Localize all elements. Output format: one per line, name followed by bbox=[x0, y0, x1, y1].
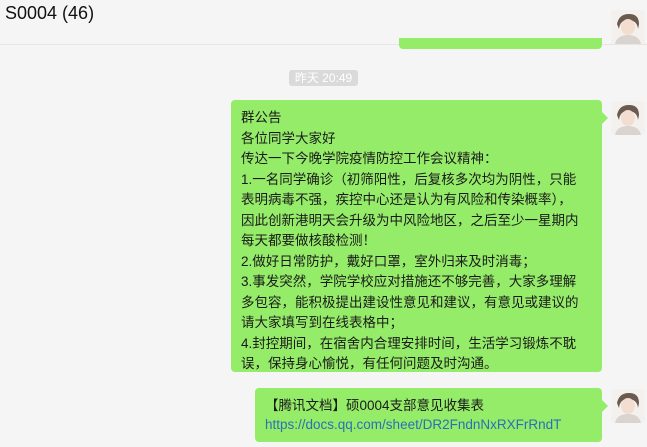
user-avatar-icon bbox=[611, 10, 645, 44]
avatar[interactable] bbox=[611, 101, 645, 135]
announcement-line: 请大家填写到在线表格中； bbox=[241, 315, 403, 330]
announcement-line: 1.一名同学确诊（初筛阳性，后复核多次均为阴性，只能 bbox=[241, 171, 577, 187]
announcement-line: 误，保持身心愉悦，有任何问题及时沟通。 bbox=[241, 356, 498, 371]
doc-share-title: 【腾讯文档】硕0004支部意见收集表 bbox=[265, 398, 485, 413]
announcement-line: 3.事发突然，学院学校应对措施还不够完善，大家多理解 bbox=[241, 274, 577, 289]
announcement-line: 4.封控期间，在宿舍内合理安排时间，生活学习锻炼不耽 bbox=[241, 335, 577, 351]
announcement-heading: 群公告 bbox=[241, 110, 282, 125]
announcement-line: 多包容，能积极提出建设性意见和建议，有意见或建议的 bbox=[241, 294, 579, 310]
announcement-line: 2.做好日常防护，戴好口罩，室外归来及时消毒； bbox=[241, 253, 536, 269]
previous-message-bubble[interactable] bbox=[399, 38, 602, 49]
message-timestamp: 昨天 20:49 bbox=[289, 70, 358, 86]
avatar[interactable] bbox=[611, 10, 645, 44]
user-avatar-icon bbox=[611, 101, 645, 135]
announcement-line: 表明病毒不强，疾控中心还是认为有风险和传染概率）， bbox=[241, 192, 572, 207]
doc-share-message-bubble[interactable]: 【腾讯文档】硕0004支部意见收集表 https://docs.qq.com/s… bbox=[255, 388, 608, 442]
announcement-line: 各位同学大家好 bbox=[241, 130, 336, 146]
doc-share-link[interactable]: https://docs.qq.com/sheet/DR2FndnNxRXFrR… bbox=[265, 415, 592, 434]
user-avatar-icon bbox=[611, 389, 645, 423]
announcement-line: 传达一下今晚学院疫情防控工作会议精神： bbox=[241, 151, 498, 166]
avatar[interactable] bbox=[611, 389, 645, 423]
announcement-line: 因此创新港明天会升级为中风险地区，之后至少一星期内 bbox=[241, 212, 579, 228]
announcement-line: 每天都要做核酸检测！ bbox=[241, 233, 376, 248]
chat-title[interactable]: S0004 (46) bbox=[5, 2, 94, 24]
announcement-message-bubble[interactable]: 群公告 各位同学大家好 传达一下今晚学院疫情防控工作会议精神： 1.一名同学确诊… bbox=[231, 100, 608, 372]
